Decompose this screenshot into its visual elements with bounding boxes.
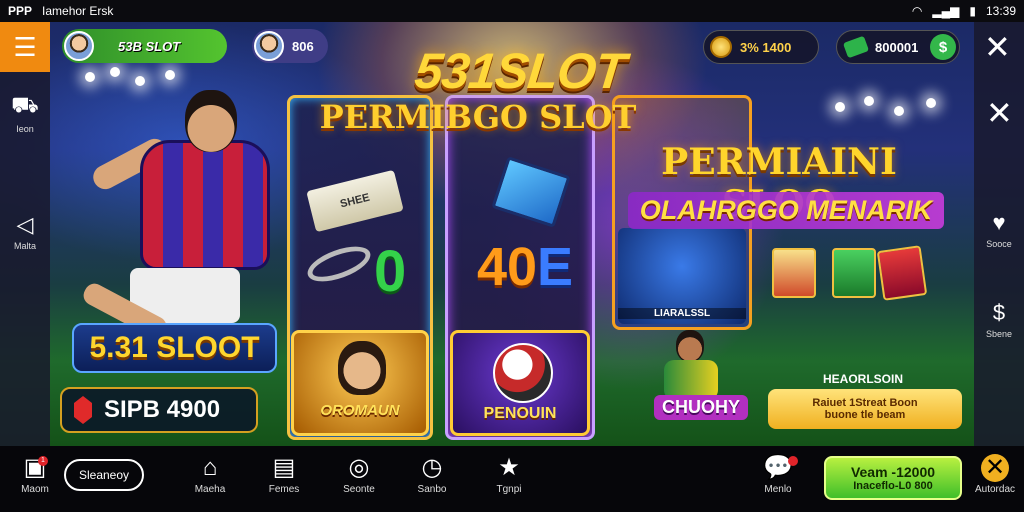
status-left-text: PPP <box>8 4 33 18</box>
rail-item-basket[interactable]: ⛟ Ieon <box>0 92 50 134</box>
player-pill-label: 806 <box>292 38 314 54</box>
nav-wreath[interactable]: ◎ Seonte <box>324 454 394 495</box>
gem-icon <box>74 396 92 424</box>
wifi-icon: ◠ <box>911 4 923 18</box>
game-tile-penouin[interactable]: PENOUIN <box>450 330 590 436</box>
price-value: SIPB 4900 <box>104 396 221 423</box>
close-icon-secondary[interactable]: ✕ <box>986 94 1013 132</box>
promo-line-1: Raiuet 1Streat Boon <box>812 397 918 409</box>
nav-label: Maeha <box>194 484 226 495</box>
deposit-line-2: Inaceflo-L0 800 <box>853 480 933 492</box>
rail-item-label: Sbene <box>985 329 1013 339</box>
chat-badge <box>788 456 798 466</box>
close-icon[interactable]: ✕ <box>984 28 1011 66</box>
deposit-line-1: Veam -12000 <box>850 464 936 480</box>
nav-crossed[interactable]: ✕ Autordac <box>960 454 1024 495</box>
coin-balance[interactable]: 3% 1400 <box>703 30 819 64</box>
deposit-button[interactable]: Veam -12000 Inaceflo-L0 800 <box>824 456 962 500</box>
house-icon: ⌂ <box>202 454 218 481</box>
avatar <box>64 31 94 61</box>
nav-label: Femes <box>268 484 300 495</box>
tile-label: PENOUIN <box>483 405 557 422</box>
nav-clock[interactable]: ◷ Sanbo <box>397 454 467 495</box>
tile-label: OROMAUN <box>320 402 400 419</box>
rail-item-label: Malta <box>13 241 36 251</box>
e-text: E <box>537 237 574 297</box>
basket-icon: ⛟ <box>11 92 39 117</box>
bell-icon: ◁ <box>16 212 34 237</box>
rail-item-heart[interactable]: ♥ Sooce <box>974 210 1024 249</box>
slot-pill[interactable]: 53B SLOT <box>62 29 227 63</box>
chat-icon: 💬 <box>763 454 793 481</box>
battery-icon: ▮ <box>969 4 976 18</box>
page-subtitle: PERMIBGO SLOT <box>319 98 637 136</box>
status-bar: PPP Iamehor Ersk ◠ ▂▄▆ ▮ 13:39 <box>0 0 1024 22</box>
book-icon: ▤ <box>272 454 296 481</box>
cash-balance[interactable]: 800001 $ <box>836 30 960 64</box>
heart-icon: ♥ <box>992 210 1006 235</box>
notification-badge: 1 <box>38 456 48 466</box>
nav-label: Seonte <box>343 484 375 495</box>
rail-item-label: Ieon <box>16 124 34 134</box>
nav-label: Autordac <box>974 484 1016 495</box>
right-subtitle: OLAHRGGO MENARIK <box>628 192 944 229</box>
coin-value: 3% 1400 <box>740 39 792 55</box>
nav-label: Sanbo <box>417 484 447 495</box>
wreath-icon: ◎ <box>348 454 370 481</box>
nav-book[interactable]: ▤ Femes <box>249 454 319 495</box>
forty-text: 40 <box>476 237 538 297</box>
status-time: 13:39 <box>985 4 1016 18</box>
slot-pill-label: 53B SLOT <box>118 38 181 54</box>
nav-label: Menlo <box>764 484 792 495</box>
cash-icon <box>842 35 870 59</box>
nav-star[interactable]: ★ Tgnpi <box>474 454 544 495</box>
star-icon: ★ <box>498 454 520 481</box>
home-icon: ▣ <box>23 454 47 481</box>
nav-chat[interactable]: 💬 Menlo <box>743 454 813 495</box>
status-app-text: Iamehor Ersk <box>42 4 114 18</box>
promo-title: HEAORLSOIN <box>822 372 903 386</box>
menu-button[interactable]: ☰ <box>0 22 50 72</box>
nav-label: Maom <box>21 484 49 495</box>
avatar <box>254 31 284 61</box>
page-title: 531SLOT <box>412 43 628 99</box>
rail-item-dollar[interactable]: $ Sbene <box>974 300 1024 339</box>
nav-house[interactable]: ⌂ Maeha <box>175 454 245 495</box>
rail-item-label: Sooce <box>986 239 1012 249</box>
hamburger-icon: ☰ <box>13 31 37 62</box>
col3-label: LIARALSSL <box>618 308 746 319</box>
zero-symbol: 0 <box>374 239 407 304</box>
brand-badge[interactable]: 5.31 SLOOT <box>72 323 277 373</box>
promo-line-2: buone tle beam <box>824 409 906 421</box>
search-button[interactable]: Sleaneoy <box>64 459 144 491</box>
bonus-icons <box>772 245 932 308</box>
player-face <box>338 341 386 395</box>
signal-icon: ▂▄▆ <box>932 4 960 18</box>
forty-symbol: 40E <box>460 236 590 298</box>
coin-icon <box>710 36 732 58</box>
player-pill[interactable]: 806 <box>252 29 328 63</box>
crossed-icon: ✕ <box>981 454 1009 482</box>
clock-icon: ◷ <box>421 454 443 481</box>
ball-icon <box>493 343 553 403</box>
rail-item-bell[interactable]: ◁ Malta <box>0 212 50 251</box>
promo-button[interactable]: Raiuet 1Streat Boon buone tle beam <box>768 389 962 429</box>
ghost-label: CHUOHY <box>654 395 749 420</box>
nav-label: Tgnpi <box>496 484 522 495</box>
cash-value: 800001 <box>875 39 919 55</box>
dollar-icon: $ <box>992 300 1006 325</box>
nav-home[interactable]: ▣ Maom <box>0 454 70 495</box>
price-badge[interactable]: SIPB 4900 <box>60 387 258 433</box>
dollar-icon[interactable]: $ <box>930 34 956 60</box>
game-tile-oromaun[interactable]: OROMAUN <box>291 330 429 436</box>
